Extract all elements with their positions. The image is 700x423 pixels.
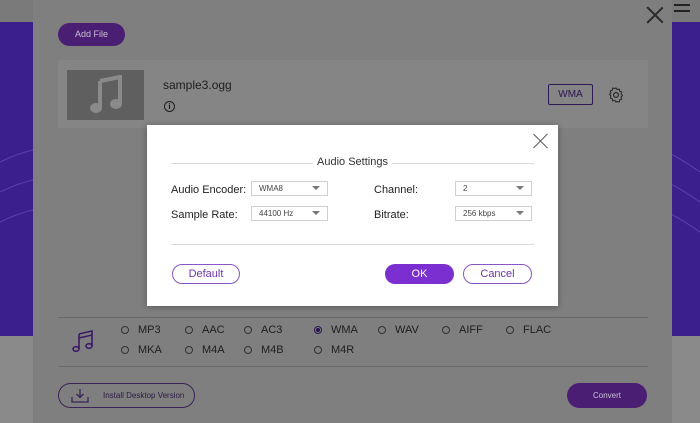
format-option-mka[interactable]: MKA — [121, 343, 162, 357]
panel-close-icon[interactable] — [646, 6, 664, 24]
format-option-flac[interactable]: FLAC — [506, 323, 551, 337]
close-icon[interactable] — [533, 133, 549, 149]
chevron-down-icon — [312, 186, 320, 190]
file-row: sample3.ogg i WMA — [58, 60, 648, 128]
sample-rate-label: Sample Rate: — [171, 209, 238, 221]
chevron-down-icon — [516, 211, 524, 215]
format-label: M4B — [261, 344, 284, 356]
audio-settings-dialog: Audio Settings Audio Encoder: WMA8 Sampl… — [147, 125, 558, 306]
dialog-title: Audio Settings — [147, 156, 558, 168]
format-selector: MP3 AAC AC3 WMA WAV AIFF FLAC MKA M4A M4… — [58, 317, 648, 367]
file-name: sample3.ogg — [163, 78, 232, 92]
hamburger-menu-icon[interactable] — [674, 0, 690, 12]
cancel-button[interactable]: Cancel — [463, 264, 532, 284]
bitrate-value: 256 kbps — [463, 209, 496, 218]
radio-icon — [185, 346, 193, 354]
format-label: AIFF — [459, 324, 483, 336]
bitrate-label: Bitrate: — [374, 209, 409, 221]
music-note-icon — [90, 75, 122, 113]
format-option-aac[interactable]: AAC — [185, 323, 225, 337]
channel-value: 2 — [463, 184, 468, 193]
format-option-m4b[interactable]: M4B — [244, 343, 284, 357]
audio-encoder-value: WMA8 — [259, 184, 283, 193]
format-label: M4A — [202, 344, 225, 356]
format-option-ac3[interactable]: AC3 — [244, 323, 282, 337]
dialog-divider — [171, 244, 534, 245]
sample-rate-value: 44100 Hz — [259, 209, 294, 218]
file-thumbnail — [67, 70, 144, 120]
format-label: AAC — [202, 324, 225, 336]
radio-icon — [378, 326, 386, 334]
format-label: WMA — [331, 324, 358, 336]
radio-icon — [244, 326, 252, 334]
radio-icon — [314, 346, 322, 354]
default-button[interactable]: Default — [172, 264, 240, 284]
convert-button[interactable]: Convert — [567, 383, 647, 408]
radio-selected-icon — [314, 326, 322, 334]
format-label: FLAC — [523, 324, 552, 336]
channel-select[interactable]: 2 — [455, 181, 532, 196]
add-file-button[interactable]: Add File — [58, 23, 125, 46]
radio-icon — [506, 326, 514, 334]
install-desktop-label: Install Desktop Version — [103, 391, 185, 400]
dialog-title-text: Audio Settings — [313, 156, 392, 168]
format-label: MP3 — [138, 324, 161, 336]
audio-encoder-label: Audio Encoder: — [171, 184, 247, 196]
radio-icon — [244, 346, 252, 354]
format-option-wav[interactable]: WAV — [378, 323, 419, 337]
download-icon — [71, 389, 89, 403]
format-option-wma[interactable]: WMA — [314, 323, 358, 337]
format-label: AC3 — [261, 324, 283, 336]
info-icon[interactable]: i — [164, 101, 175, 112]
radio-icon — [442, 326, 450, 334]
channel-label: Channel: — [374, 184, 419, 196]
chevron-down-icon — [312, 211, 320, 215]
format-label: MKA — [138, 344, 162, 356]
audio-format-icon — [72, 329, 93, 353]
sample-rate-select[interactable]: 44100 Hz — [251, 206, 328, 221]
radio-icon — [121, 346, 129, 354]
radio-icon — [121, 326, 129, 334]
format-option-m4a[interactable]: M4A — [185, 343, 225, 357]
gear-icon[interactable] — [607, 86, 625, 104]
format-option-mp3[interactable]: MP3 — [121, 323, 161, 337]
output-format-badge[interactable]: WMA — [548, 84, 593, 105]
install-desktop-button[interactable]: Install Desktop Version — [58, 383, 195, 408]
format-label: WAV — [395, 324, 419, 336]
audio-encoder-select[interactable]: WMA8 — [251, 181, 328, 196]
format-option-m4r[interactable]: M4R — [314, 343, 354, 357]
chevron-down-icon — [516, 186, 524, 190]
format-option-aiff[interactable]: AIFF — [442, 323, 483, 337]
bitrate-select[interactable]: 256 kbps — [455, 206, 532, 221]
format-label: M4R — [331, 344, 355, 356]
radio-icon — [185, 326, 193, 334]
ok-button[interactable]: OK — [385, 264, 454, 284]
